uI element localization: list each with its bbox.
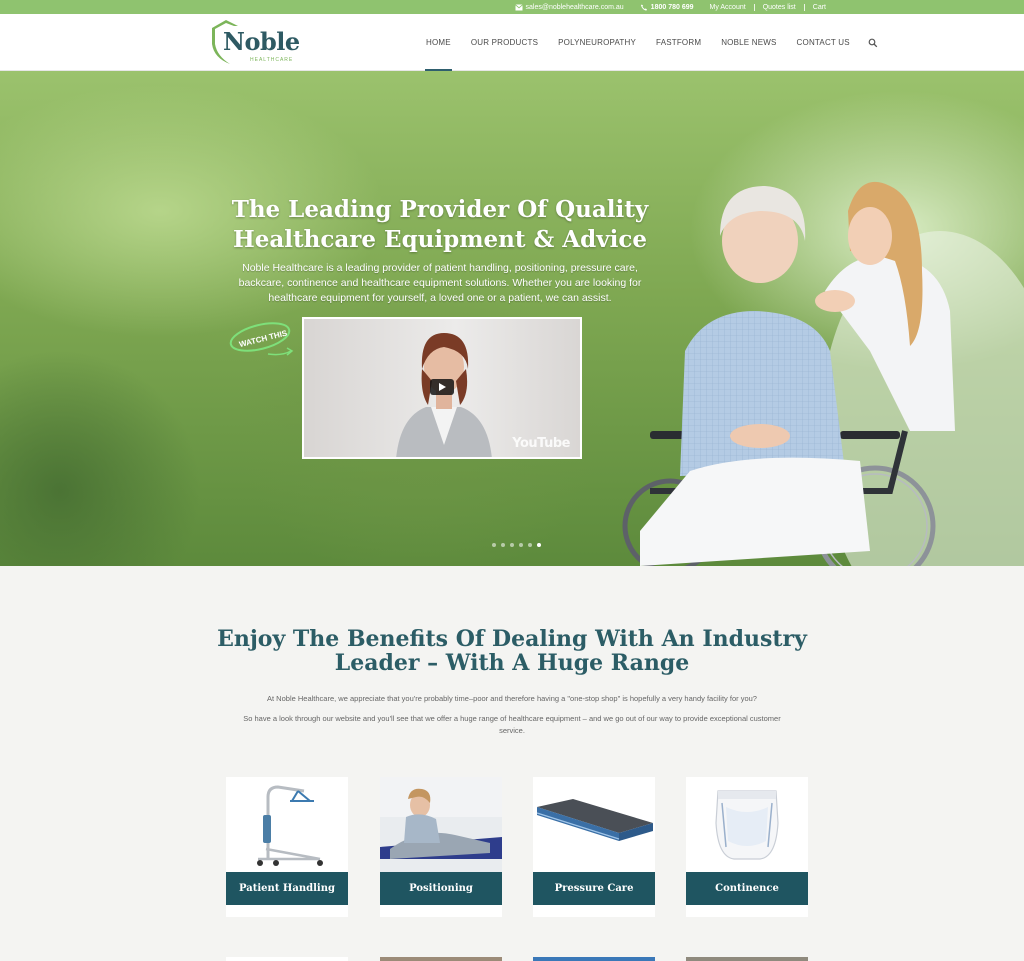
slider-dot[interactable] [528, 543, 532, 547]
cart-link[interactable]: Cart [805, 4, 834, 11]
watch-this-callout: WATCH THIS [229, 322, 294, 356]
nav-our-products[interactable]: OUR PRODUCTS [461, 14, 548, 71]
main-nav: HOME OUR PRODUCTS POLYNEUROPATHY FASTFOR… [416, 14, 878, 71]
slider-dot[interactable] [510, 543, 514, 547]
product-card-partial [686, 957, 808, 961]
product-label[interactable]: Continence [686, 872, 808, 905]
slider-dot[interactable] [519, 543, 523, 547]
mattress-image [533, 777, 655, 872]
watch-this-label: WATCH THIS [238, 328, 289, 349]
site-header: Noble HEALTHCARE HOME OUR PRODUCTS POLYN… [0, 14, 1024, 71]
quotes-list-label: Quotes list [762, 3, 796, 11]
play-button[interactable] [430, 379, 454, 395]
logo-name: Noble [223, 27, 300, 56]
benefits-intro: At Noble Healthcare, we appreciate that … [267, 694, 757, 703]
hero-title-line-1: The Leading Provider Of Quality [231, 196, 649, 223]
product-label[interactable]: Patient Handling [226, 872, 348, 905]
logo[interactable]: Noble HEALTHCARE [208, 18, 300, 66]
envelope-icon [514, 3, 523, 10]
product-label[interactable]: Positioning [380, 872, 502, 905]
product-card-partial [226, 957, 348, 961]
product-card-continence[interactable]: Continence [686, 777, 808, 917]
hero-description: Noble Healthcare is a leading provider o… [238, 262, 642, 304]
nav-noble-news[interactable]: NOBLE NEWS [711, 14, 786, 71]
video-player[interactable]: YouTube [302, 317, 582, 459]
my-account-label: My Account [709, 3, 746, 11]
product-card-positioning[interactable]: Positioning [380, 777, 502, 917]
product-card-partial [533, 957, 655, 961]
hero-title-line-2: Healthcare Equipment & Advice [233, 226, 647, 253]
my-account-link[interactable]: My Account [702, 4, 754, 11]
hero-title: The Leading Provider Of Quality Healthca… [200, 195, 680, 255]
logo-tagline: HEALTHCARE [250, 57, 294, 63]
email-link[interactable]: sales@noblehealthcare.com.au [507, 4, 632, 11]
nav-home[interactable]: HOME [416, 14, 461, 71]
top-bar: sales@noblehealthcare.com.au 1800 780 69… [0, 0, 1024, 14]
product-card-patient-handling[interactable]: Patient Handling [226, 777, 348, 917]
slider-dot[interactable] [501, 543, 505, 547]
slider-dots [492, 543, 541, 547]
phone-icon [640, 3, 647, 11]
youtube-logo: YouTube [512, 436, 570, 451]
product-label[interactable]: Pressure Care [533, 872, 655, 905]
product-card-partial [380, 957, 502, 961]
product-card-pressure-care[interactable]: Pressure Care [533, 777, 655, 917]
nav-polyneuropathy[interactable]: POLYNEUROPATHY [548, 14, 646, 71]
nav-contact-us[interactable]: CONTACT US [787, 14, 860, 71]
continence-pad-image [686, 777, 808, 872]
phone-link[interactable]: 1800 780 699 [632, 4, 702, 11]
cart-label: Cart [812, 3, 826, 11]
hero-banner: The Leading Provider Of Quality Healthca… [0, 71, 1024, 566]
benefits-heading: Enjoy The Benefits Of Dealing With An In… [217, 626, 807, 676]
positioning-bed-image [380, 777, 502, 872]
search-icon[interactable] [868, 38, 878, 48]
quotes-list-link[interactable]: Quotes list [755, 4, 804, 11]
nav-fastform[interactable]: FASTFORM [646, 14, 711, 71]
email-text: sales@noblehealthcare.com.au [525, 3, 624, 11]
slider-dot[interactable] [492, 543, 496, 547]
patient-hoist-image [226, 777, 348, 872]
phone-text: 1800 780 699 [650, 3, 694, 11]
slider-dot-active[interactable] [537, 543, 541, 547]
benefits-body: So have a look through our website and y… [243, 714, 781, 735]
